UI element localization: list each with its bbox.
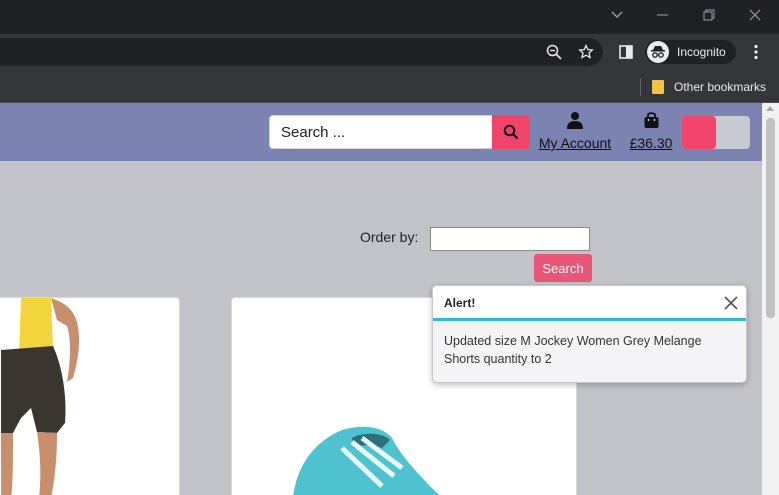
incognito-label: Incognito [677, 45, 726, 59]
order-by-label: Order by: [360, 229, 419, 245]
site-search-input[interactable]: Search ... [269, 115, 493, 149]
scroll-up-arrow-icon[interactable] [766, 106, 774, 111]
close-window-icon[interactable] [732, 0, 778, 30]
alert-message: Updated size M Jockey Women Grey Melange… [444, 334, 702, 366]
shopping-bag-icon [644, 112, 658, 128]
bookmarks-divider [640, 78, 641, 96]
site-search-button[interactable] [492, 115, 530, 149]
incognito-icon [647, 41, 669, 63]
user-icon [567, 112, 583, 129]
listing-search-label: Search [542, 260, 584, 276]
browser-toolbar: Incognito [0, 34, 779, 70]
alert-title: Alert! [444, 296, 476, 310]
search-placeholder: Search ... [281, 123, 346, 141]
other-bookmarks[interactable]: Other bookmarks [652, 70, 766, 103]
other-bookmarks-label: Other bookmarks [674, 79, 767, 94]
theme-toggle[interactable] [682, 116, 750, 149]
page-scrollbar[interactable] [762, 103, 779, 495]
bookmarks-bar: Other bookmarks [0, 70, 779, 103]
cart-total: £36.30 [629, 135, 673, 151]
side-panel-icon[interactable] [616, 34, 636, 70]
scroll-thumb[interactable] [766, 118, 775, 318]
address-bar[interactable] [0, 38, 603, 66]
close-icon[interactable] [722, 294, 740, 312]
tab-search-chevron-icon[interactable] [594, 0, 640, 30]
search-icon [503, 124, 519, 140]
cart-link[interactable]: £36.30 [624, 111, 678, 151]
incognito-badge[interactable]: Incognito [645, 40, 736, 64]
alert-toast: Alert! Updated size M Jockey Women Grey … [432, 285, 747, 383]
my-account-label: My Account [538, 135, 612, 151]
browser-menu-icon[interactable] [748, 34, 764, 70]
folder-icon [652, 79, 664, 94]
toggle-knob [682, 116, 716, 149]
alert-header: Alert! [433, 286, 746, 321]
product-image-shorts [1, 298, 80, 495]
site-header: Search ... My Account £36.30 [0, 103, 762, 161]
zoom-icon[interactable] [544, 34, 564, 70]
my-account-link[interactable]: My Account [534, 111, 616, 151]
listing-search-button[interactable]: Search [534, 254, 592, 282]
order-by-select[interactable] [430, 227, 590, 251]
browser-titlebar [0, 0, 779, 34]
restore-icon[interactable] [686, 0, 732, 30]
minimize-icon[interactable] [640, 0, 686, 30]
product-card[interactable] [0, 297, 180, 495]
web-page: Search ... My Account £36.30 Order by: S… [0, 103, 762, 495]
bookmark-star-icon[interactable] [576, 34, 596, 70]
